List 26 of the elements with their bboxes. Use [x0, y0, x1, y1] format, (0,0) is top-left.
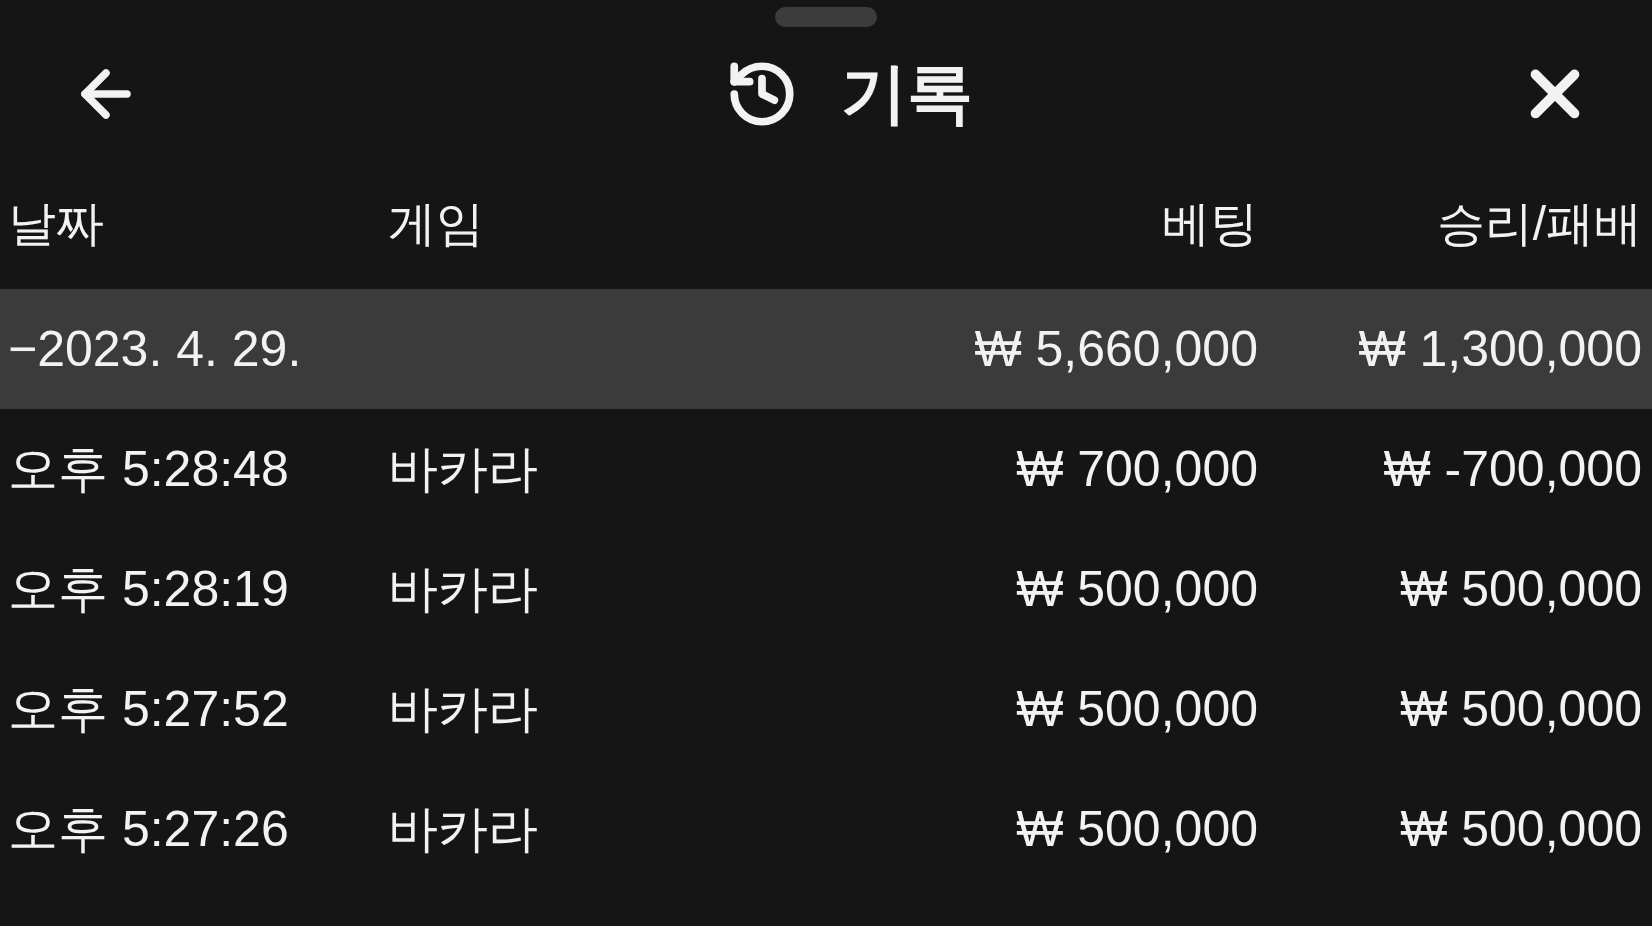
- column-header: 베팅: [1161, 196, 1258, 252]
- bet-cell-text: ₩ 700,000: [1015, 440, 1258, 498]
- date-cell-text: −2023. 4. 29.: [8, 320, 303, 378]
- result-cell-text: ₩ -700,000: [1382, 440, 1642, 498]
- column-header: 승리/패배: [1435, 196, 1642, 252]
- game-cell-text: 바카라: [388, 439, 539, 499]
- game-cell-text: 바카라: [388, 679, 539, 739]
- game-cell-text: 바카라: [388, 799, 539, 859]
- bet-cell-text: ₩ 500,000: [1015, 560, 1258, 618]
- summary-row[interactable]: −2023. 4. 29. ₩ 5,660,000 ₩ 1,300,000: [0, 289, 1652, 409]
- time-cell-text: 오후 5:27:26: [8, 799, 290, 859]
- result-cell-text: ₩ 1,300,000: [1357, 320, 1642, 378]
- bet-cell-text: ₩ 500,000: [1015, 680, 1258, 738]
- window-title: 기록: [841, 55, 973, 132]
- bet-cell-text: ₩ 5,660,000: [973, 320, 1258, 378]
- time-cell-text: 오후 5:28:48: [8, 439, 290, 499]
- time-cell-text: 오후 5:28:19: [8, 559, 290, 619]
- column-header: 게임: [388, 196, 485, 252]
- bet-cell-text: ₩ 500,000: [1015, 800, 1258, 858]
- drag-handle[interactable]: [775, 7, 877, 27]
- time-cell-text: 오후 5:27:52: [8, 679, 290, 739]
- result-cell-text: ₩ 500,000: [1399, 680, 1642, 738]
- game-cell-text: 바카라: [388, 559, 539, 619]
- column-header: 날짜: [8, 196, 105, 252]
- result-cell-text: ₩ 500,000: [1399, 560, 1642, 618]
- result-cell-text: ₩ 500,000: [1399, 800, 1642, 858]
